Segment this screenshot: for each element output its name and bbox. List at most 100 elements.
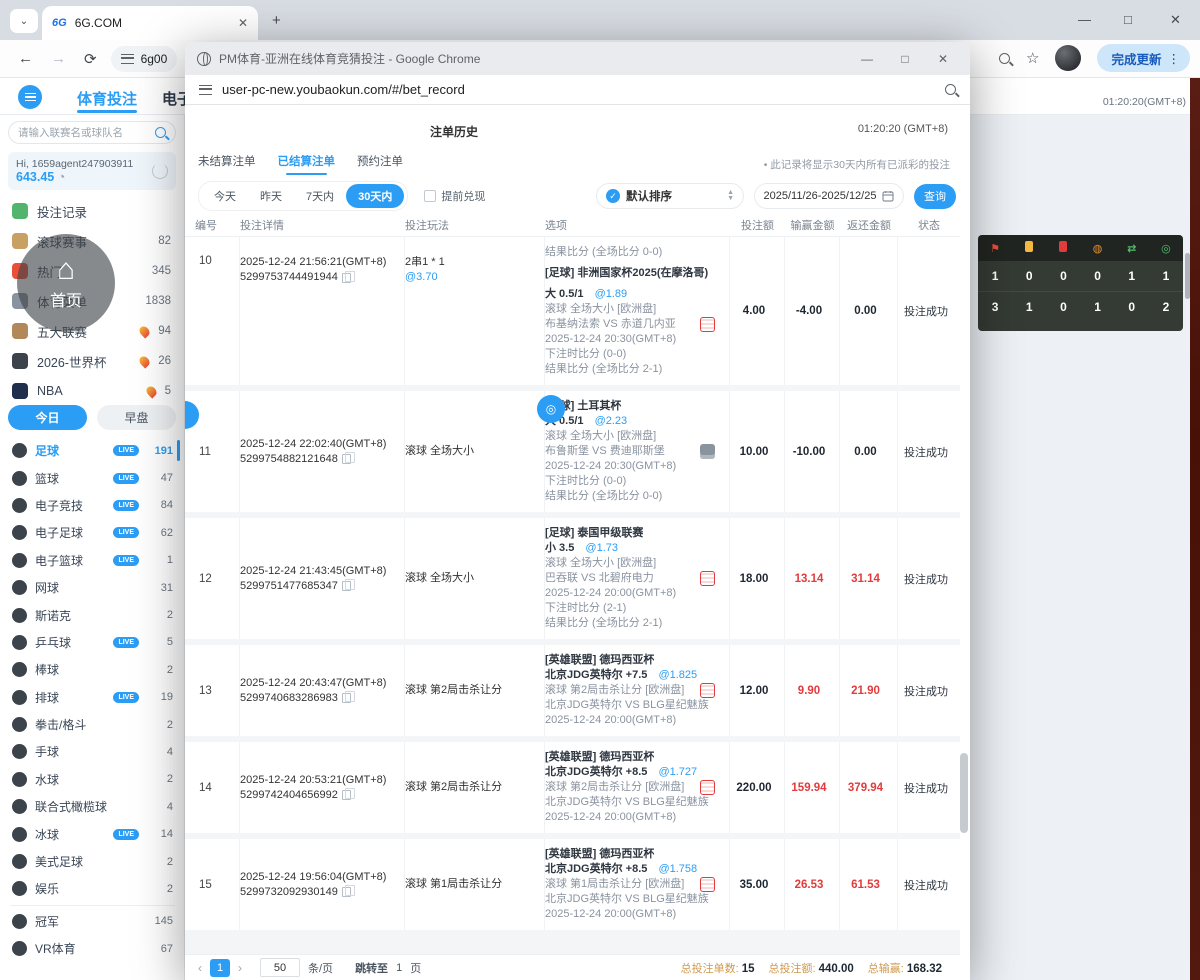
zoom-icon[interactable]: [999, 52, 1011, 64]
tab-close-icon[interactable]: ✕: [238, 16, 248, 30]
live-stat-icon[interactable]: [700, 877, 715, 892]
sport-item-斯诺克[interactable]: 斯诺克 2: [0, 601, 185, 628]
checkbox-icon[interactable]: [424, 190, 437, 202]
copy-icon[interactable]: [341, 885, 355, 897]
selection-line: 下注时比分 (2-1): [545, 601, 723, 616]
live-stat-icon[interactable]: [700, 683, 715, 698]
popup-maximize-button[interactable]: □: [890, 52, 920, 66]
chrome-update-button[interactable]: 完成更新 ⋮: [1097, 44, 1190, 72]
selection-line: 布鲁斯堡 VS 费迪耶斯堡: [545, 444, 723, 459]
sport-item-娱乐[interactable]: 娱乐 2: [0, 875, 185, 902]
next-page-icon[interactable]: ›: [238, 961, 242, 975]
site-settings-icon[interactable]: [199, 84, 212, 95]
forward-icon[interactable]: →: [51, 50, 66, 67]
sport-item-水球[interactable]: 水球 2: [0, 766, 185, 793]
filter-今天[interactable]: 今天: [202, 184, 248, 208]
search-button[interactable]: 查询: [914, 183, 956, 209]
sidebar-item-2026-世界杯[interactable]: 2026-世界杯 26: [0, 346, 185, 376]
current-page[interactable]: 1: [210, 958, 230, 977]
eye-icon[interactable]: ◔: [58, 170, 66, 184]
sport-label: 联合式橄榄球: [35, 800, 108, 815]
search-icon[interactable]: [945, 84, 956, 95]
live-stat-icon[interactable]: [700, 780, 715, 795]
avatar[interactable]: [1055, 45, 1082, 71]
hamburger-menu-icon[interactable]: [18, 85, 42, 109]
jump-page-input[interactable]: 1: [396, 962, 402, 974]
filter-昨天[interactable]: 昨天: [248, 184, 294, 208]
sport-item-冠军[interactable]: 冠军 145: [0, 908, 185, 935]
site-favicon: 6G: [52, 17, 67, 29]
sport-item-篮球[interactable]: 篮球 LIVE 47: [0, 464, 185, 491]
copy-icon[interactable]: [341, 579, 355, 591]
day-tab-早盘[interactable]: 早盘: [97, 405, 176, 430]
filter-7天内[interactable]: 7天内: [294, 184, 346, 208]
copy-icon[interactable]: [341, 452, 355, 464]
browser-tab[interactable]: 6G 6G.COM ✕: [42, 6, 258, 40]
address-bar[interactable]: 6g00: [110, 45, 178, 72]
sport-count: 2: [166, 718, 173, 731]
sidebar-item-投注记录[interactable]: 投注记录: [0, 196, 185, 226]
popup-close-button[interactable]: ✕: [928, 52, 958, 66]
popup-title-bar[interactable]: PM体育-亚洲在线体育竞猜投注 - Google Chrome — □ ✕: [185, 42, 970, 75]
sport-item-棒球[interactable]: 棒球 2: [0, 656, 185, 683]
search-icon[interactable]: [155, 127, 166, 138]
team-search-input[interactable]: 请输入联赛名或球队名: [8, 121, 176, 144]
home-fab[interactable]: ⌂ 首页: [17, 234, 115, 332]
sport-item-电子篮球[interactable]: 电子篮球 LIVE 1: [0, 547, 185, 574]
sport-item-排球[interactable]: 排球 LIVE 19: [0, 684, 185, 711]
floating-widget[interactable]: ◎: [537, 395, 565, 423]
filter-30天内[interactable]: 30天内: [346, 184, 405, 208]
menu-dots-icon[interactable]: ⋮: [1168, 51, 1181, 66]
tab-search-chevron-icon[interactable]: ⌄: [10, 9, 38, 33]
sort-dropdown[interactable]: ✓ 默认排序 ▲ ▼: [596, 183, 744, 209]
sport-item-手球[interactable]: 手球 4: [0, 738, 185, 765]
sport-item-拳击/格斗[interactable]: 拳击/格斗 2: [0, 711, 185, 738]
date-range-picker[interactable]: 2025/11/26-2025/12/25: [754, 183, 904, 209]
day-tab-今日[interactable]: 今日: [8, 405, 87, 430]
sport-icon: [12, 634, 27, 650]
window-minimize-button[interactable]: —: [1078, 12, 1091, 27]
reload-icon[interactable]: ⟳: [84, 50, 97, 68]
stat-icon[interactable]: [700, 444, 715, 459]
sidebar-item-NBA[interactable]: NBA 5: [0, 376, 185, 406]
prev-page-icon[interactable]: ‹: [198, 961, 202, 975]
bet-table-rows: 10 2025-12-24 21:56:21(GMT+8) 529975374449…: [185, 237, 960, 930]
selection-text: 下注时比分 (2-1): [545, 602, 627, 614]
record-tab-未结算注单[interactable]: 未结算注单: [198, 153, 256, 175]
popup-address-bar[interactable]: user-pc-new.youbaokun.com/#/bet_record: [185, 75, 970, 105]
sport-item-联合式橄榄球[interactable]: 联合式橄榄球 4: [0, 793, 185, 820]
sport-item-冰球[interactable]: 冰球 LIVE 14: [0, 820, 185, 847]
sport-item-网球[interactable]: 网球 31: [0, 574, 185, 601]
window-maximize-button[interactable]: □: [1124, 12, 1132, 27]
site-settings-icon[interactable]: [120, 53, 134, 64]
live-stat-icon[interactable]: [700, 317, 715, 332]
selection-line: 结果比分 (全场比分 2-1): [545, 362, 723, 377]
record-tab-预约注单[interactable]: 预约注单: [357, 153, 403, 175]
selection-text: 下注时比分 (0-0): [545, 475, 627, 487]
refresh-balance-icon[interactable]: [152, 163, 168, 179]
back-icon[interactable]: ←: [18, 50, 33, 67]
copy-icon[interactable]: [341, 270, 355, 283]
live-stat-icon[interactable]: [700, 571, 715, 586]
new-tab-button[interactable]: +: [272, 12, 281, 29]
selection-odds: @1.727: [655, 766, 698, 778]
sport-item-电子足球[interactable]: 电子足球 LIVE 62: [0, 519, 185, 546]
divider: [10, 904, 175, 906]
copy-icon[interactable]: [341, 788, 355, 800]
nav-sports-betting[interactable]: 体育投注: [77, 88, 137, 109]
copy-icon[interactable]: [341, 691, 355, 703]
sport-item-电子竞技[interactable]: 电子竞技 LIVE 84: [0, 492, 185, 519]
bookmark-star-icon[interactable]: ☆: [1026, 49, 1039, 67]
page-size-input[interactable]: 50: [260, 958, 300, 977]
sport-item-乒乓球[interactable]: 乒乓球 LIVE 5: [0, 629, 185, 656]
popup-minimize-button[interactable]: —: [852, 52, 882, 66]
page-scrollbar-thumb[interactable]: [1185, 253, 1190, 299]
bet-index: 15: [195, 839, 240, 930]
cashout-checkbox[interactable]: 提前兑现: [424, 188, 485, 204]
sport-item-美式足球[interactable]: 美式足球 2: [0, 848, 185, 875]
sport-item-VR体育[interactable]: VR体育 67: [0, 935, 185, 962]
window-close-button[interactable]: ✕: [1170, 12, 1181, 28]
record-tab-已结算注单[interactable]: 已结算注单: [278, 153, 335, 175]
popup-scrollbar-thumb[interactable]: [960, 753, 968, 833]
sport-item-足球[interactable]: 足球 LIVE 191: [0, 437, 185, 464]
